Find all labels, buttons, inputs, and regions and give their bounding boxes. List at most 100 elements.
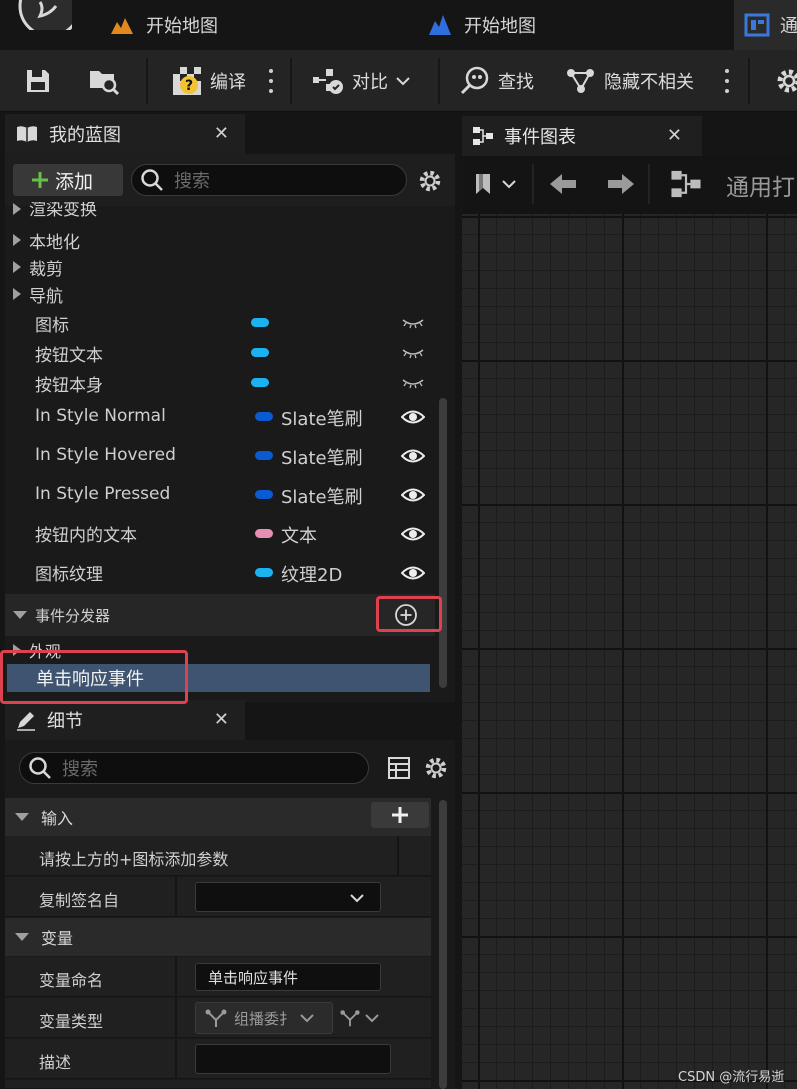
variable-type: 文本 xyxy=(281,526,317,547)
folder-search-icon xyxy=(90,71,120,96)
description-label: 描述 xyxy=(39,1053,72,1072)
event-graph-canvas[interactable] xyxy=(462,214,797,1089)
tab-start-map-level[interactable]: 开始地图 xyxy=(108,0,218,50)
variable-row[interactable]: 图标纹理 纹理2D xyxy=(5,556,435,588)
copy-signature-label: 复制签名自 xyxy=(39,891,120,910)
chevron-down-icon xyxy=(365,1014,379,1023)
variable-name: 按钮文本 xyxy=(35,345,103,366)
variable-type-row: 变量类型 组播委扌 xyxy=(5,998,431,1038)
category-navigation[interactable]: 导航 xyxy=(5,281,435,307)
unreal-logo-icon[interactable] xyxy=(10,0,72,30)
search-placeholder: 搜索 xyxy=(174,171,210,192)
settings-button[interactable] xyxy=(774,50,797,112)
variable-type-pill xyxy=(251,318,269,327)
hide-unrelated-button[interactable]: 隐藏不相关 xyxy=(566,50,694,112)
variable-type: 纹理2D xyxy=(281,565,343,586)
bookmark-dropdown[interactable] xyxy=(474,172,516,196)
find-button[interactable]: 查找 xyxy=(460,50,534,112)
variable-name: In Style Pressed xyxy=(35,484,171,504)
eye-closed-icon[interactable] xyxy=(401,374,425,392)
compile-button[interactable]: ? 编译 xyxy=(172,50,246,112)
tab-start-map-blueprint[interactable]: 开始地图 xyxy=(426,0,536,50)
save-icon xyxy=(27,70,49,92)
chevron-down-icon xyxy=(502,180,516,189)
tab-label: 开始地图 xyxy=(146,16,218,37)
compile-options-menu[interactable] xyxy=(267,66,275,96)
variable-row[interactable]: In Style Hovered Slate笔刷 xyxy=(5,439,435,471)
event-graph-tab[interactable]: 事件图表 ✕ xyxy=(462,116,702,156)
eye-closed-icon[interactable] xyxy=(401,344,425,362)
close-icon[interactable]: ✕ xyxy=(214,709,229,730)
eye-closed-icon[interactable] xyxy=(401,314,425,332)
eye-open-icon[interactable] xyxy=(401,486,425,504)
variable-name: 按钮本身 xyxy=(35,375,103,396)
details-search[interactable]: 搜索 xyxy=(19,752,369,784)
variable-row[interactable]: 图标 xyxy=(5,308,435,338)
category-label: 本地化 xyxy=(29,232,80,253)
diff-dropdown[interactable]: 对比 xyxy=(312,50,410,112)
variable-row[interactable]: In Style Normal Slate笔刷 xyxy=(5,400,435,432)
graph-icon xyxy=(671,170,701,198)
table-view-icon[interactable] xyxy=(387,756,411,780)
my-blueprint-search[interactable]: 搜索 xyxy=(131,164,407,196)
variable-section-header[interactable]: 变量 xyxy=(5,918,431,956)
variable-type-dropdown[interactable]: 组播委扌 xyxy=(195,1002,333,1034)
description-input[interactable] xyxy=(195,1044,391,1074)
compile-label: 编译 xyxy=(210,72,246,93)
variable-type-pill xyxy=(255,568,273,577)
close-icon[interactable]: ✕ xyxy=(214,123,229,144)
add-dispatcher-plus-circle-icon[interactable] xyxy=(394,603,418,627)
variable-row[interactable]: In Style Pressed Slate笔刷 xyxy=(5,478,435,510)
container-type-dropdown[interactable] xyxy=(339,1006,385,1030)
category-localization[interactable]: 本地化 xyxy=(5,227,435,253)
event-dispatcher-click-response[interactable]: 单击响应事件 xyxy=(7,664,430,692)
watermark: CSDN @流行易逝 xyxy=(678,1070,785,1085)
eye-open-icon[interactable] xyxy=(401,525,425,543)
variable-type-pill xyxy=(255,529,273,538)
delegate-icon xyxy=(340,1010,360,1027)
event-graph-title: 事件图表 xyxy=(504,127,576,148)
variable-row[interactable]: 按钮文本 xyxy=(5,338,435,368)
event-dispatchers-header[interactable]: 事件分发器 xyxy=(5,594,435,636)
eye-open-icon[interactable] xyxy=(401,408,425,426)
forward-arrow-icon[interactable] xyxy=(606,172,636,196)
browse-button[interactable] xyxy=(88,50,120,112)
add-parameter-button[interactable] xyxy=(371,802,429,828)
my-blueprint-scrollbar[interactable] xyxy=(439,398,447,688)
gear-icon xyxy=(777,69,797,93)
copy-signature-row: 复制签名自 xyxy=(5,877,431,917)
event-dispatchers-label: 事件分发器 xyxy=(35,606,111,625)
delegate-icon xyxy=(205,1009,227,1027)
save-button[interactable] xyxy=(24,50,52,112)
graph-breadcrumb[interactable]: 通用打 xyxy=(726,168,795,202)
my-blueprint-tab[interactable]: 我的蓝图 ✕ xyxy=(5,114,245,154)
pencil-icon xyxy=(17,712,35,731)
hide-unrelated-label: 隐藏不相关 xyxy=(604,72,694,93)
gear-icon[interactable] xyxy=(417,168,443,194)
tab-widget-blueprint[interactable]: 通 xyxy=(734,0,797,50)
inputs-section-header[interactable]: 输入 xyxy=(5,798,431,836)
category-label: 渲染变换 xyxy=(29,202,97,220)
my-blueprint-title: 我的蓝图 xyxy=(49,125,121,146)
collapse-arrow-icon xyxy=(15,813,29,821)
eye-open-icon[interactable] xyxy=(401,447,425,465)
add-label: 添加 xyxy=(55,170,94,193)
details-scrollbar[interactable] xyxy=(439,800,447,1089)
variable-name: In Style Hovered xyxy=(35,445,176,465)
variable-row[interactable]: 按钮内的文本 文本 xyxy=(5,517,435,549)
back-arrow-icon[interactable] xyxy=(548,172,578,196)
details-tab[interactable]: 细节 ✕ xyxy=(5,700,245,740)
category-appearance[interactable]: 外观 xyxy=(5,640,435,661)
variable-name-input[interactable]: 单击响应事件 xyxy=(195,963,381,991)
copy-signature-dropdown[interactable] xyxy=(195,882,381,912)
close-icon[interactable]: ✕ xyxy=(667,125,682,146)
gear-icon[interactable] xyxy=(423,755,449,781)
category-render-transform[interactable]: 渲染变换 xyxy=(5,202,435,222)
graph-options-menu[interactable] xyxy=(723,66,731,96)
level-icon xyxy=(108,11,136,39)
variable-row[interactable]: 按钮本身 xyxy=(5,368,435,398)
add-button[interactable]: 添加 xyxy=(13,164,123,196)
category-clipping[interactable]: 裁剪 xyxy=(5,254,435,280)
eye-open-icon[interactable] xyxy=(401,564,425,582)
inputs-section-label: 输入 xyxy=(41,809,74,828)
